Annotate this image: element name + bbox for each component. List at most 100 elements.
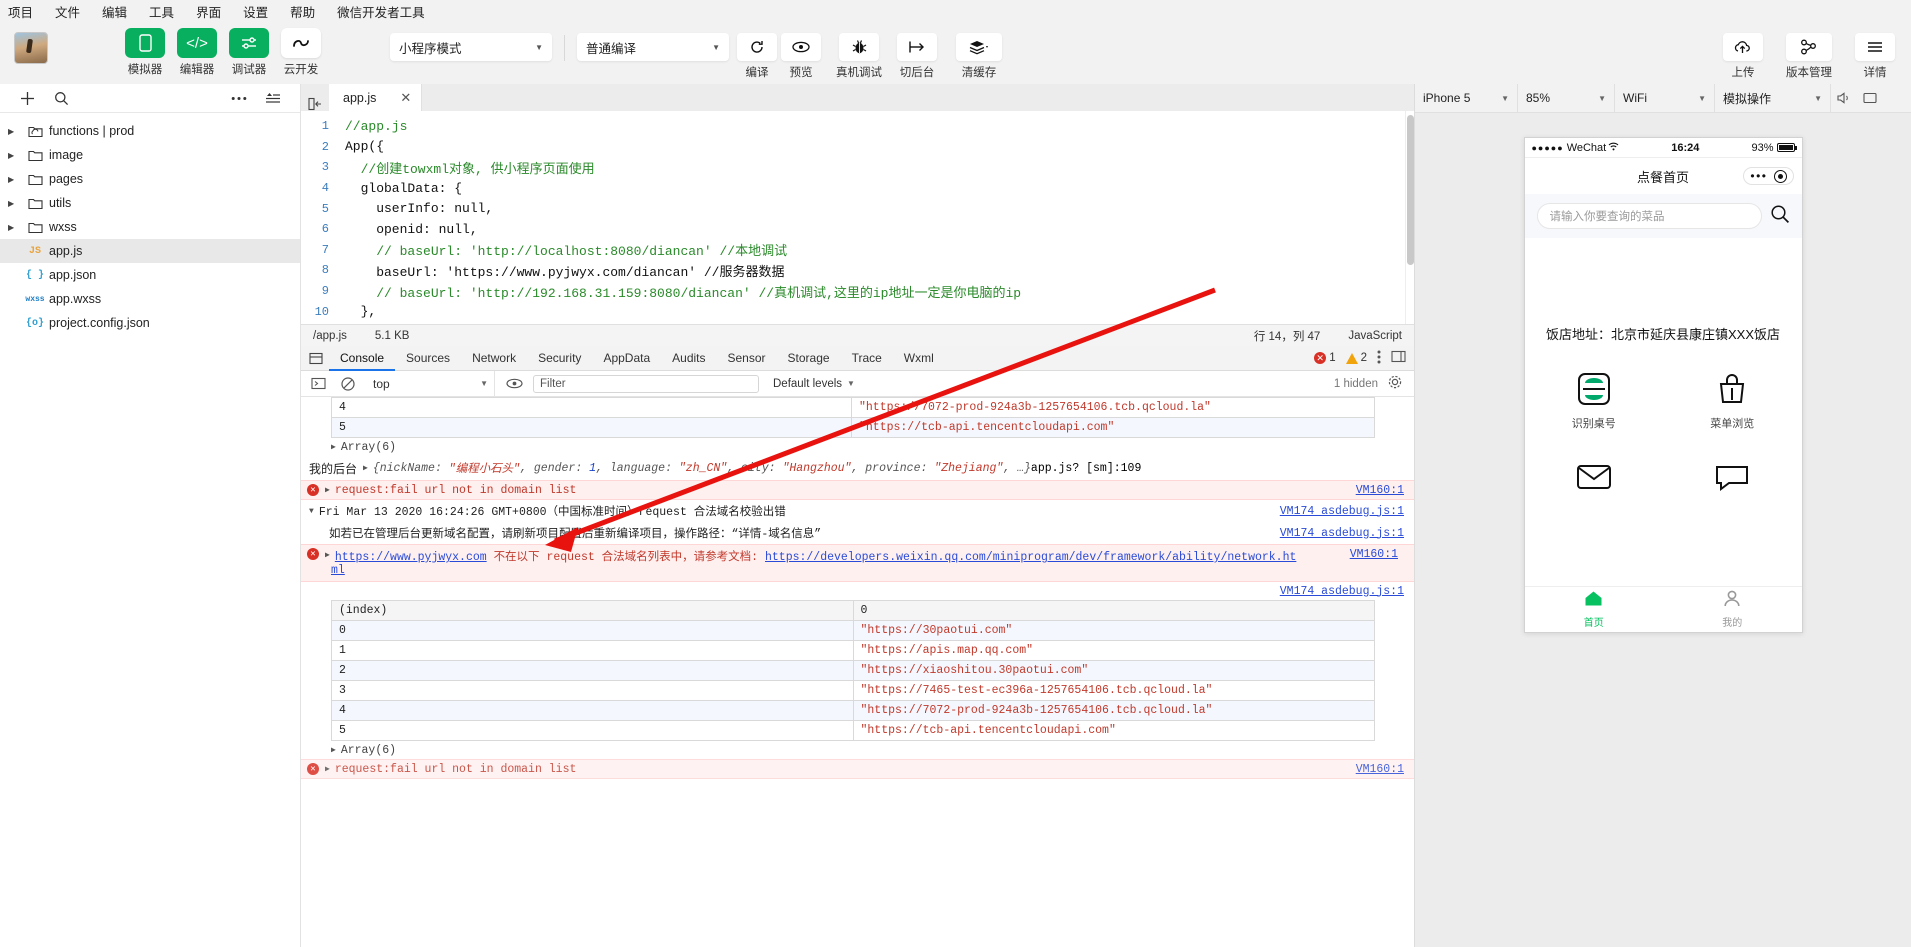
preview-button[interactable]: 预览 [779,28,823,80]
console-filter-input[interactable]: Filter [533,374,759,393]
network-select[interactable]: WiFi ▼ [1615,83,1715,113]
error-doc-url[interactable]: https://developers.weixin.qq.com/minipro… [765,551,1296,564]
close-icon[interactable]: ✕ [400,90,411,106]
devtools-dock-side-icon[interactable] [1391,350,1406,366]
cloud-dev-button[interactable]: 云开发 [278,28,324,77]
phone-frame[interactable]: ●●●●● WeChat 16:24 93% 点餐首页 ••• 请输入你要查询的… [1523,137,1803,633]
menu-item-help[interactable]: 帮助 [290,2,315,21]
console-error-domain-list[interactable]: ✕ ▶ request:fail url not in domain list … [301,480,1414,500]
search-icon[interactable] [1770,204,1790,229]
tree-item-project-config[interactable]: {o} project.config.json [0,311,300,335]
error-source-link[interactable]: VM160:1 [1350,548,1408,561]
tree-item-wxss[interactable]: ▶ wxss [0,215,300,239]
menu-item-devtools[interactable]: 微信开发者工具 [337,2,425,21]
version-control-button[interactable]: 版本管理 [1781,28,1837,80]
simulate-action-select[interactable]: 模拟操作 ▼ [1715,83,1831,113]
tab-audits[interactable]: Audits [661,346,716,371]
search-icon[interactable] [44,91,78,106]
close-circle-icon[interactable] [1773,169,1787,183]
menu-item-settings[interactable]: 设置 [243,2,268,21]
compile-select[interactable]: 普通编译 ▼ [577,33,729,61]
group-source-link[interactable]: VM174 asdebug.js:1 [1280,505,1414,518]
scrollbar-thumb[interactable] [1407,115,1414,265]
table-source-link[interactable]: VM174 asdebug.js:1 [1280,585,1414,598]
settings-gear-icon[interactable] [1388,375,1402,392]
tab-console[interactable]: Console [329,346,396,371]
console-log-user-info[interactable]: 我的后台 ▶ {nickName: "编程小石头", gender: 1, la… [301,456,1414,480]
tab-sources[interactable]: Sources [395,346,461,371]
phone-tab-home[interactable]: 首页 [1525,587,1664,632]
error-doc-url-tail[interactable]: ml [331,564,345,577]
tree-item-pages[interactable]: ▶ pages [0,167,300,191]
collapse-icon[interactable] [256,91,290,105]
clear-console-icon[interactable] [337,376,359,391]
grid-item-scan-table[interactable]: 识别桌号 [1525,369,1664,431]
phone-capsule-buttons[interactable]: ••• [1743,167,1794,185]
tree-item-app-wxss[interactable]: wxss app.wxss [0,287,300,311]
device-select[interactable]: iPhone 5 ▼ [1415,83,1518,113]
grid-item-mail[interactable] [1525,457,1664,503]
menu-item-project[interactable]: 项目 [8,2,33,21]
details-button[interactable]: 详情 [1853,28,1897,80]
log-level-select[interactable]: Default levels ▼ [767,378,855,390]
tab-wxml[interactable]: Wxml [893,346,945,371]
log-source-link[interactable]: app.js? [sm]:109 [1031,462,1141,475]
dock-icon[interactable] [303,352,329,365]
editor-tab-app-js[interactable]: app.js ✕ [329,84,423,111]
more-icon[interactable]: ••• [1750,169,1767,183]
array-expand-row-bottom[interactable]: ▶ Array(6) [301,741,1414,759]
warning-badge[interactable]: 2 [1345,352,1367,364]
grid-item-chat[interactable] [1663,457,1802,503]
error-badge[interactable]: ✕ 1 [1314,352,1336,364]
upload-button[interactable]: 上传 [1721,28,1765,80]
group-detail-source-link[interactable]: VM174 asdebug.js:1 [1280,527,1414,540]
code-editor[interactable]: 1 //app.js 2 App({ 3 //创建towxml对象, 供小程序页面使… [301,111,1414,324]
devtools-more-icon[interactable] [1377,350,1381,367]
context-select[interactable]: top ▼ [367,370,495,397]
console-error-partial[interactable]: ✕ ▶ request:fail url not in domain list … [301,759,1414,779]
console-output[interactable]: 4 "https://7072-prod-924a3b-1257654106.tc… [301,397,1414,947]
avatar[interactable] [14,32,48,64]
tree-item-image[interactable]: ▶ image [0,143,300,167]
error-url[interactable]: https://www.pyjwyx.com [335,551,487,564]
tab-security[interactable]: Security [527,346,592,371]
grid-item-menu-browse[interactable]: 菜单浏览 [1663,369,1802,431]
menu-item-tools[interactable]: 工具 [149,2,174,21]
editor-toggle-button[interactable]: </> 编辑器 [174,28,220,77]
screenshot-icon[interactable] [1857,92,1883,104]
tree-item-utils[interactable]: ▶ utils [0,191,300,215]
background-button[interactable]: 切后台 [895,28,939,80]
volume-icon[interactable] [1831,92,1857,104]
simulator-toggle-button[interactable]: 模拟器 [122,28,168,77]
menu-item-file[interactable]: 文件 [55,2,80,21]
compile-button[interactable]: 编译 [735,28,779,80]
tree-item-app-js[interactable]: JS app.js [0,239,300,263]
clear-cache-button[interactable]: 清缓存 [953,28,1005,80]
dish-search-input[interactable]: 请输入你要查询的菜品 [1536,203,1762,229]
array-expand-row[interactable]: ▶ Array(6) [301,438,1414,456]
error-source-link[interactable]: VM160:1 [1356,763,1414,776]
console-execute-icon[interactable] [307,377,329,390]
phone-tab-mine[interactable]: 我的 [1663,587,1802,632]
add-icon[interactable] [10,91,44,106]
menu-item-edit[interactable]: 编辑 [102,2,127,21]
tab-storage[interactable]: Storage [777,346,841,371]
error-source-link[interactable]: VM160:1 [1356,484,1414,497]
sidebar-toggle-icon[interactable] [301,97,329,111]
editor-scrollbar[interactable] [1405,111,1414,324]
tab-trace[interactable]: Trace [841,346,893,371]
console-group-header[interactable]: ▼ Fri Mar 13 2020 16:24:26 GMT+0800（中国标准… [301,500,1414,522]
more-icon[interactable] [222,96,256,101]
tree-item-app-json[interactable]: { } app.json [0,263,300,287]
real-device-debug-button[interactable]: 真机调试 [836,28,882,80]
console-error-domain-detail[interactable]: ✕ ▶ https://www.pyjwyx.com 不在以下 request … [301,544,1414,582]
tab-sensor[interactable]: Sensor [717,346,777,371]
menu-item-interface[interactable]: 界面 [196,2,221,21]
tab-network[interactable]: Network [461,346,527,371]
tree-item-functions[interactable]: ▶ functions | prod [0,119,300,143]
tab-appdata[interactable]: AppData [592,346,661,371]
zoom-select[interactable]: 85% ▼ [1518,83,1615,113]
mode-select[interactable]: 小程序模式 ▼ [390,33,552,61]
eye-icon[interactable] [503,378,525,389]
debugger-toggle-button[interactable]: 调试器 [226,28,272,77]
